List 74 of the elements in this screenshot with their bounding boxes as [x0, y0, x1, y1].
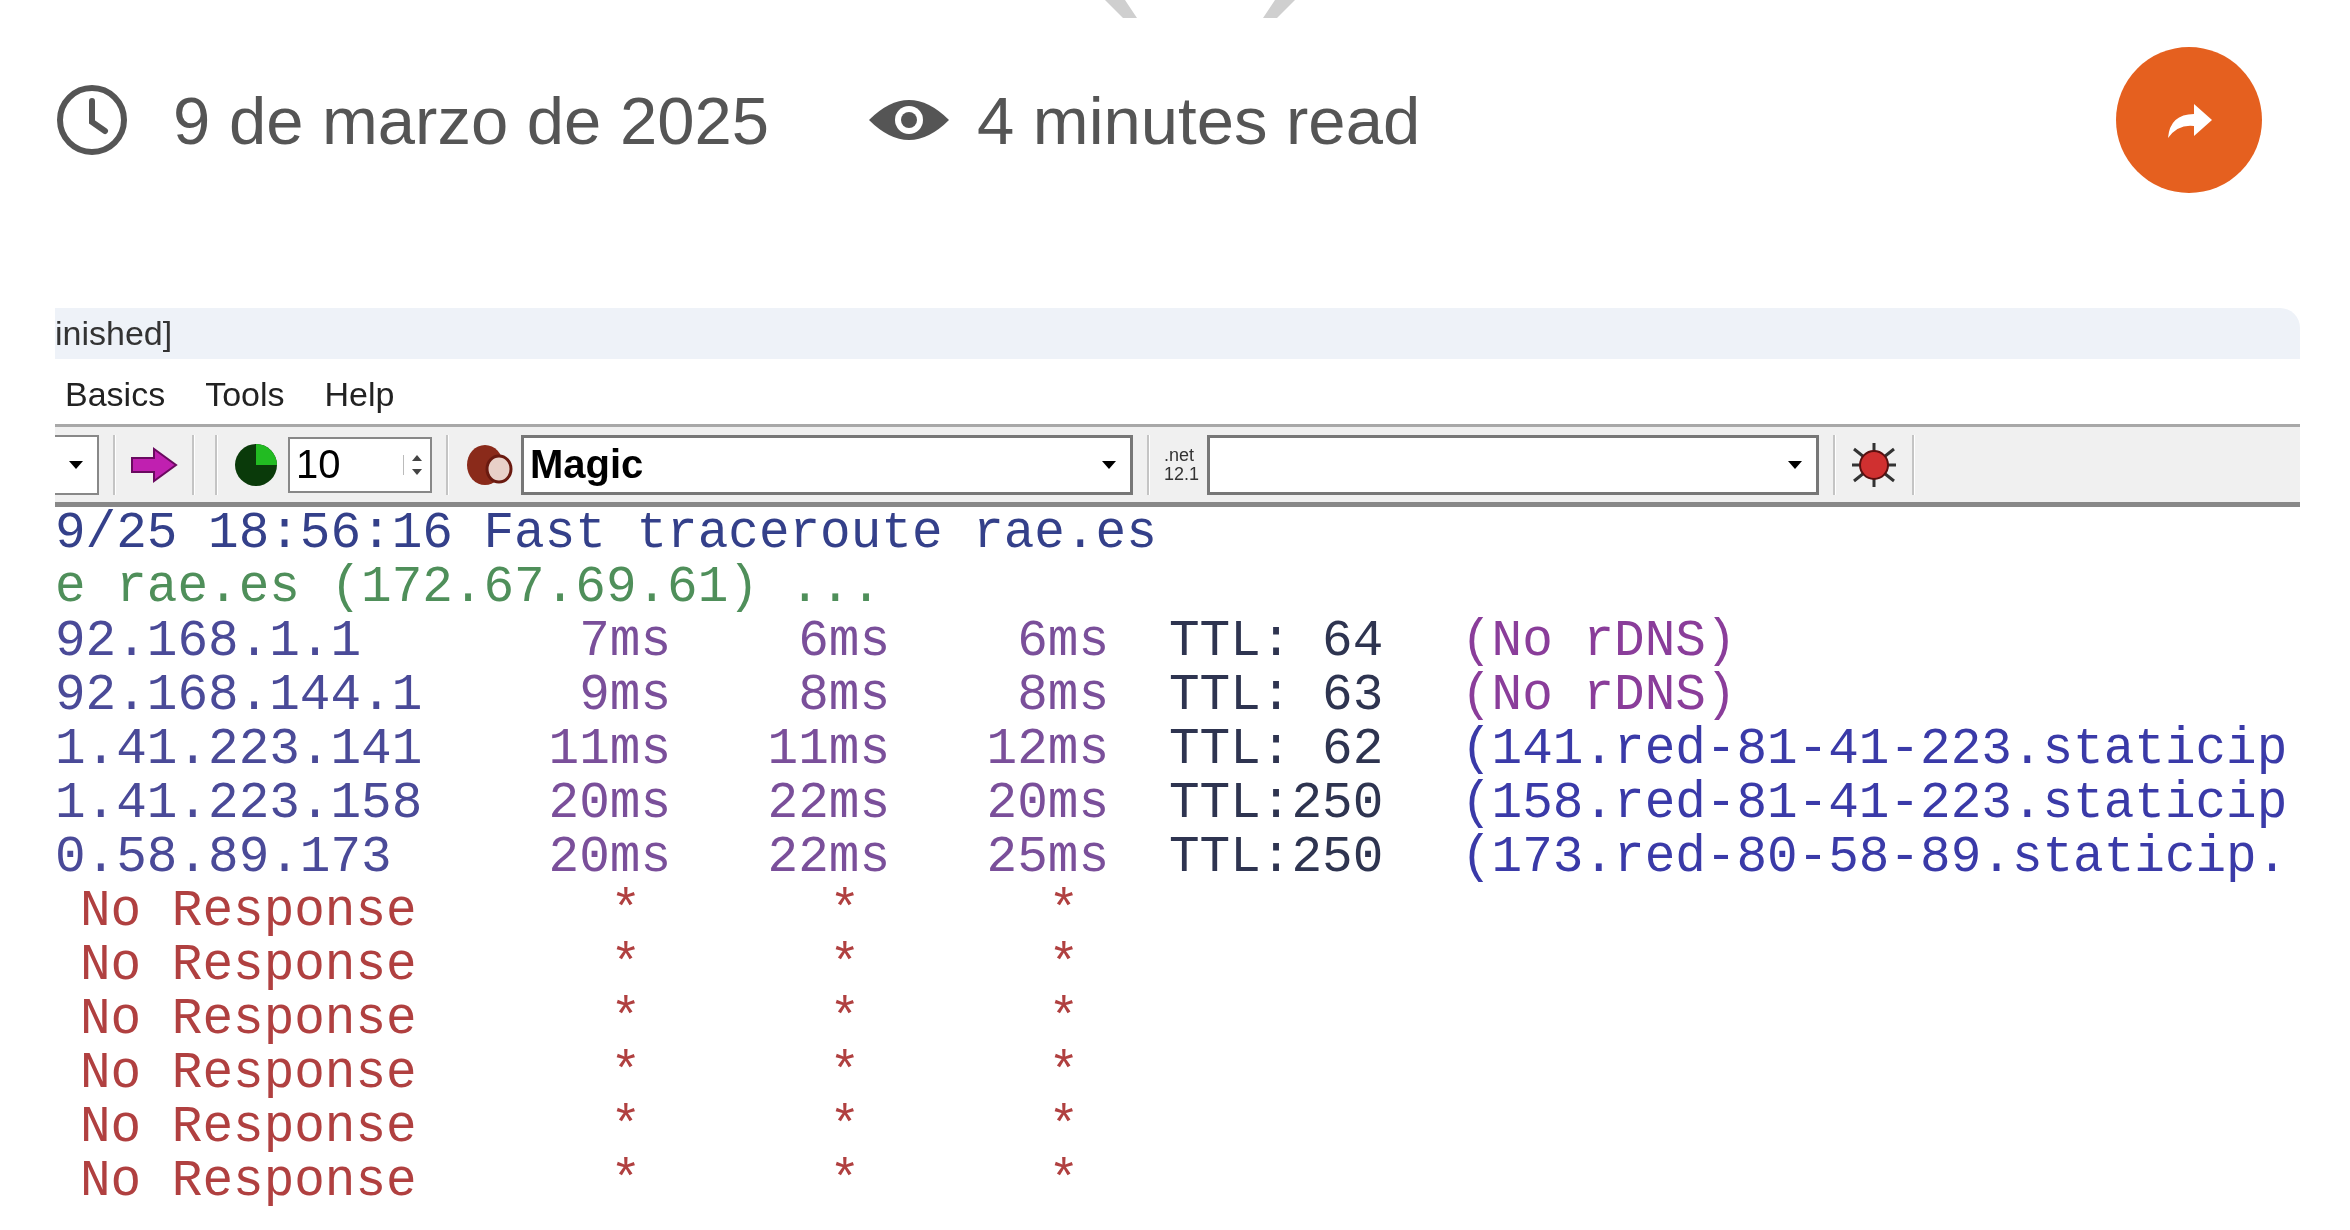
no-response-label: No Response [80, 1153, 417, 1210]
timeout-mark: * [829, 1153, 860, 1210]
mode-combobox[interactable]: Magic [521, 434, 1133, 495]
ttl-value: TTL: 63 [1169, 667, 1384, 724]
clock-icon [55, 83, 129, 157]
ttl-value: TTL:250 [1169, 829, 1384, 886]
timeout-mark: * [829, 991, 860, 1048]
timeout-mark: * [1048, 1099, 1079, 1156]
no-response-label: No Response [80, 937, 417, 994]
no-response-label: No Response [80, 991, 417, 1048]
timeout-mark: * [1048, 1045, 1079, 1102]
ping-time: 20ms [548, 829, 671, 886]
timeout-mark: * [1048, 1153, 1079, 1210]
ttl-value: TTL: 64 [1169, 613, 1384, 670]
ping-time: 6ms [1017, 613, 1109, 670]
menu-item[interactable]: Basics [65, 374, 166, 414]
no-response-label: No Response [80, 883, 417, 940]
hostname: (173.red-80-58-89.staticip. [1461, 831, 2289, 885]
caret-icon [1788, 460, 1803, 469]
ip-address: 1.41.223.141 [55, 723, 424, 777]
timeout-mark: * [1048, 991, 1079, 1048]
timeout-mark: * [829, 1099, 860, 1156]
ping-time: 20ms [548, 775, 671, 832]
hostname: (158.red-81-41-223.staticip [1461, 777, 2289, 831]
hostname: (141.red-81-41-223.staticip [1461, 723, 2289, 777]
caret-icon [1102, 460, 1116, 469]
chevron-icon [1105, 0, 1295, 20]
ip-address: 92.168.1.1 [55, 615, 363, 669]
ping-time: 12ms [986, 721, 1109, 778]
hostname: (No rDNS) [1461, 669, 1738, 723]
timeout-mark: * [610, 1099, 641, 1156]
timeout-mark: * [829, 883, 860, 940]
bug-icon[interactable] [1850, 440, 1899, 489]
ip-address: 0.58.89.173 [55, 831, 393, 885]
timeout-mark: * [610, 883, 641, 940]
ttl-value: TTL: 62 [1169, 721, 1384, 778]
ping-time: 8ms [798, 667, 890, 724]
timeout-mark: * [1048, 937, 1079, 994]
caret-icon [69, 460, 83, 469]
timeout-mark: * [610, 937, 641, 994]
post-date: 9 de marzo de 2025 [173, 81, 769, 159]
address-combobox[interactable] [1207, 434, 1820, 495]
log-header: 9/25 18:56:16 Fast traceroute rae.es [55, 505, 1157, 562]
arrow-icon[interactable] [130, 446, 178, 483]
hostname: (No rDNS) [1461, 615, 1738, 669]
log-status: e rae.es (172.67.69.61) ... [55, 559, 882, 616]
timeout-mark: * [610, 991, 641, 1048]
window-title: inished] [55, 314, 173, 353]
ping-time: 25ms [986, 829, 1109, 886]
ping-time: 11ms [767, 721, 890, 778]
ping-time: 6ms [798, 613, 890, 670]
count-spinner[interactable]: 10 [288, 436, 432, 493]
ping-time: 9ms [579, 667, 671, 724]
read-time: 4 minutes read [976, 81, 1421, 159]
ip-address: 1.41.223.158 [55, 777, 424, 831]
ping-time: 11ms [548, 721, 671, 778]
menu-item[interactable]: Help [324, 374, 395, 414]
ping-time: 7ms [579, 613, 671, 670]
ping-time: 22ms [767, 829, 890, 886]
dropdown-button[interactable] [55, 434, 99, 495]
timeout-mark: * [610, 1153, 641, 1210]
ping-time: 8ms [1017, 667, 1109, 724]
ttl-value: TTL:250 [1169, 775, 1384, 832]
timeout-mark: * [610, 1045, 641, 1102]
no-response-label: No Response [80, 1099, 417, 1156]
net-icon[interactable]: .net 12.1 [1164, 445, 1200, 484]
menu-item[interactable]: Tools [205, 374, 285, 414]
no-response-label: No Response [80, 1045, 417, 1102]
ping-time: 22ms [767, 775, 890, 832]
ip-address: 92.168.144.1 [55, 669, 424, 723]
timeout-mark: * [1048, 883, 1079, 940]
timeout-mark: * [829, 937, 860, 994]
ping-time: 20ms [986, 775, 1109, 832]
timeout-mark: * [829, 1045, 860, 1102]
